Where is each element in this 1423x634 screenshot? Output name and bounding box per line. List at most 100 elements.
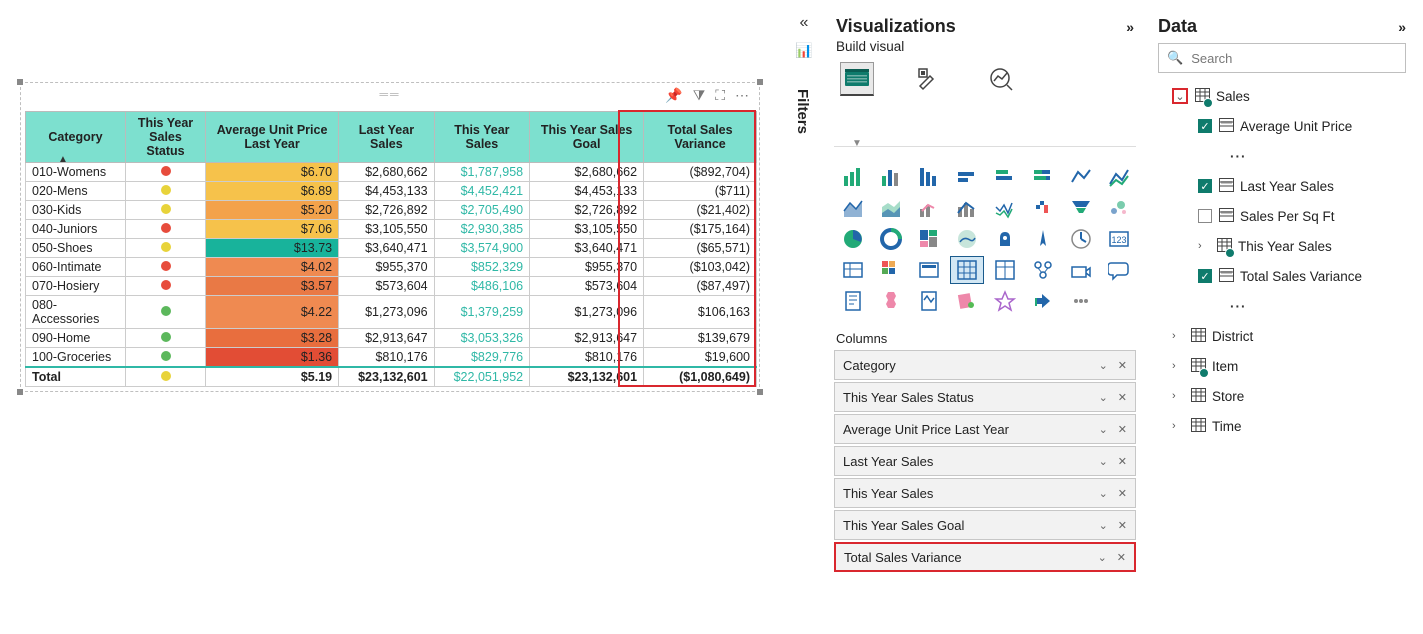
viz-type-button[interactable] — [1102, 163, 1136, 191]
chevron-down-icon[interactable]: ⌄ — [1099, 423, 1108, 436]
checkbox[interactable]: ✓ — [1198, 119, 1212, 133]
viz-type-button[interactable] — [1026, 225, 1060, 253]
search-input[interactable]: 🔍 Search — [1158, 43, 1406, 73]
viz-type-button[interactable] — [988, 225, 1022, 253]
column-header[interactable]: Average Unit Price Last Year — [206, 112, 339, 163]
viz-type-button[interactable] — [1102, 256, 1136, 284]
viz-type-button[interactable] — [874, 194, 908, 222]
checkbox[interactable]: ✓ — [1198, 269, 1212, 283]
chevron-right-icon[interactable]: › — [1172, 420, 1184, 432]
viz-type-button[interactable] — [874, 225, 908, 253]
viz-type-button[interactable] — [912, 194, 946, 222]
checkbox[interactable] — [1198, 209, 1212, 223]
chevron-down-icon[interactable]: ⌄ — [1098, 551, 1107, 564]
field-well-item[interactable]: This Year Sales Status⌄✕ — [834, 382, 1136, 412]
field-well-item[interactable]: Category⌄✕ — [834, 350, 1136, 380]
column-header[interactable]: This Year Sales Status — [126, 112, 206, 163]
viz-type-button[interactable] — [1026, 163, 1060, 191]
viz-type-button[interactable] — [950, 287, 984, 315]
viz-type-button[interactable] — [950, 256, 984, 284]
more-icon[interactable]: ⋯ — [735, 87, 749, 104]
viz-type-button[interactable] — [836, 163, 870, 191]
column-header[interactable]: This Year Sales Goal — [530, 112, 644, 163]
table-node[interactable]: ›Item — [1154, 351, 1410, 381]
table-row[interactable]: 040-Juniors$7.06$3,105,550$2,930,385$3,1… — [26, 220, 757, 239]
viz-type-button[interactable] — [1064, 194, 1098, 222]
chevron-down-icon[interactable]: ⌄ — [1172, 88, 1188, 104]
checkbox[interactable]: ✓ — [1198, 179, 1212, 193]
viz-type-button[interactable] — [1064, 256, 1098, 284]
pin-icon[interactable]: 📌 — [665, 87, 682, 104]
remove-icon[interactable]: ✕ — [1118, 455, 1127, 468]
filters-pane-collapsed[interactable]: « 📊 Filters — [790, 14, 818, 134]
filter-icon[interactable]: ⧩ — [693, 87, 706, 104]
field-more[interactable]: ··· — [1154, 141, 1410, 171]
viz-type-button[interactable] — [950, 163, 984, 191]
drag-handle-icon[interactable]: ══ — [379, 87, 400, 101]
table-row[interactable]: 060-Intimate$4.02$955,370$852,329$955,37… — [26, 258, 757, 277]
table-row[interactable]: 070-Hosiery$3.57$573,604$486,106$573,604… — [26, 277, 757, 296]
chevron-right-icon[interactable]: › — [1172, 330, 1184, 342]
column-header[interactable]: Last Year Sales — [339, 112, 435, 163]
viz-type-button[interactable] — [1102, 194, 1136, 222]
viz-type-button[interactable] — [1026, 287, 1060, 315]
field-well-item[interactable]: This Year Sales Goal⌄✕ — [834, 510, 1136, 540]
chevron-down-icon[interactable]: ⌄ — [1099, 359, 1108, 372]
chevron-down-icon[interactable]: ⌄ — [1099, 519, 1108, 532]
column-header[interactable]: Category — [26, 112, 126, 163]
ellipsis-icon[interactable]: ··· — [1230, 299, 1247, 314]
viz-type-button[interactable] — [912, 163, 946, 191]
table-node[interactable]: ›Store — [1154, 381, 1410, 411]
table-node-sales[interactable]: ⌄Sales — [1154, 81, 1410, 111]
viz-type-button[interactable]: 123 — [1102, 225, 1136, 253]
viz-type-button[interactable] — [1026, 256, 1060, 284]
chevron-right-icon[interactable]: › — [1198, 240, 1210, 252]
viz-type-button[interactable] — [1064, 287, 1098, 315]
field-node[interactable]: Sales Per Sq Ft — [1154, 201, 1410, 231]
viz-type-button[interactable] — [912, 225, 946, 253]
viz-type-button[interactable] — [836, 194, 870, 222]
field-node[interactable]: ›This Year Sales — [1154, 231, 1410, 261]
chevron-right-icon[interactable]: › — [1172, 360, 1184, 372]
viz-type-button[interactable] — [1026, 194, 1060, 222]
field-node[interactable]: ✓Last Year Sales — [1154, 171, 1410, 201]
table-row[interactable]: 020-Mens$6.89$4,453,133$4,452,421$4,453,… — [26, 182, 757, 201]
remove-icon[interactable]: ✕ — [1117, 551, 1126, 564]
field-more[interactable]: ··· — [1154, 291, 1410, 321]
field-well-item[interactable]: Average Unit Price Last Year⌄✕ — [834, 414, 1136, 444]
field-well-item[interactable]: Last Year Sales⌄✕ — [834, 446, 1136, 476]
viz-type-button[interactable] — [988, 194, 1022, 222]
viz-type-button[interactable] — [912, 256, 946, 284]
viz-type-button[interactable] — [874, 287, 908, 315]
collapse-data-icon[interactable]: » — [1398, 19, 1406, 35]
viz-type-button[interactable] — [988, 256, 1022, 284]
viz-type-button[interactable] — [988, 163, 1022, 191]
ellipsis-icon[interactable]: ··· — [1230, 149, 1247, 164]
viz-type-button[interactable] — [950, 194, 984, 222]
remove-icon[interactable]: ✕ — [1118, 423, 1127, 436]
viz-type-button[interactable] — [950, 225, 984, 253]
remove-icon[interactable]: ✕ — [1118, 519, 1127, 532]
viz-type-button[interactable] — [1064, 225, 1098, 253]
remove-icon[interactable]: ✕ — [1118, 359, 1127, 372]
column-header[interactable]: This Year Sales — [434, 112, 530, 163]
chevron-down-icon[interactable]: ⌄ — [1099, 455, 1108, 468]
remove-icon[interactable]: ✕ — [1118, 391, 1127, 404]
table-row[interactable]: 100-Groceries$1.36$810,176$829,776$810,1… — [26, 348, 757, 368]
field-well-item[interactable]: Total Sales Variance⌄✕ — [834, 542, 1136, 572]
field-node[interactable]: ✓Average Unit Price — [1154, 111, 1410, 141]
viz-type-button[interactable] — [988, 287, 1022, 315]
table-row[interactable]: 080-Accessories$4.22$1,273,096$1,379,259… — [26, 296, 757, 329]
viz-type-button[interactable] — [1064, 163, 1098, 191]
chevron-right-icon[interactable]: › — [1172, 390, 1184, 402]
focus-icon[interactable]: ⛶ — [715, 87, 725, 104]
table-node[interactable]: ›Time — [1154, 411, 1410, 441]
format-visual-tab[interactable] — [912, 62, 946, 96]
columns-well[interactable]: Category⌄✕This Year Sales Status⌄✕Averag… — [830, 350, 1140, 572]
viz-type-button[interactable] — [836, 256, 870, 284]
analytics-tab[interactable] — [984, 62, 1018, 96]
chevron-down-icon[interactable]: ⌄ — [1099, 487, 1108, 500]
field-well-item[interactable]: This Year Sales⌄✕ — [834, 478, 1136, 508]
column-header[interactable]: Total Sales Variance — [644, 112, 757, 163]
table-row[interactable]: 050-Shoes$13.73$3,640,471$3,574,900$3,64… — [26, 239, 757, 258]
